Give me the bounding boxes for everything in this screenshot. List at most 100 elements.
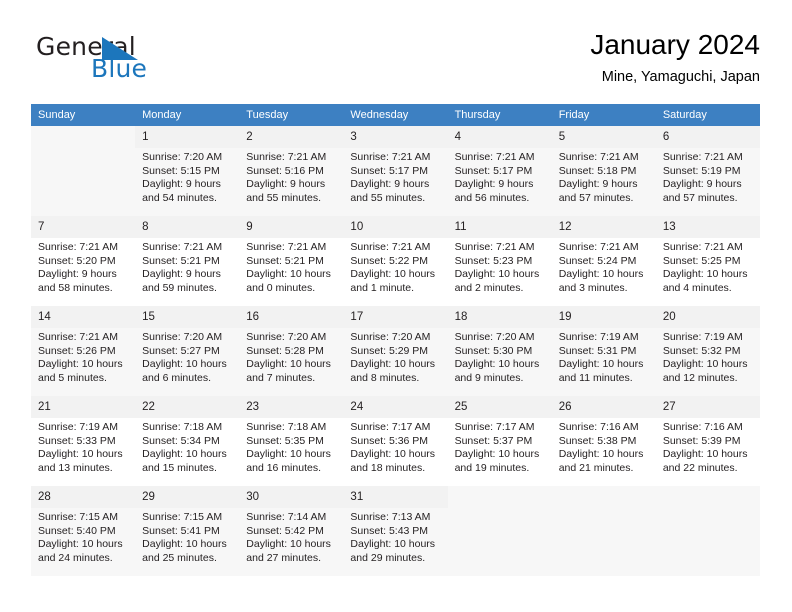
calendar-week-row: 1 Sunrise: 7:20 AM Sunset: 5:15 PM Daylight… — [31, 126, 760, 216]
day-number: 15 — [135, 306, 240, 328]
calendar-day-cell[interactable]: 1 Sunrise: 7:20 AM Sunset: 5:15 PM Daylight… — [135, 126, 240, 216]
calendar-day-cell[interactable]: 26 Sunrise: 7:16 AM Sunset: 5:38 PM Dayligh… — [551, 396, 656, 486]
day-sunset-text: Sunset: 5:29 PM — [350, 344, 429, 357]
day-daylight-text: Daylight: 10 hours — [246, 268, 331, 281]
day-daylight-text: Daylight: 10 hours — [142, 358, 227, 371]
calendar-body: 1 Sunrise: 7:20 AM Sunset: 5:15 PM Daylight… — [31, 126, 760, 576]
day-details: Sunrise: 7:19 AM Sunset: 5:33 PM Daylight:… — [31, 418, 135, 475]
day-daylight-cont-text: and 7 minutes. — [246, 371, 316, 384]
calendar-day-cell[interactable]: 13 Sunrise: 7:21 AM Sunset: 5:25 PM Dayligh… — [655, 216, 760, 306]
calendar-day-cell[interactable]: 14 Sunrise: 7:21 AM Sunset: 5:26 PM Dayligh… — [31, 306, 136, 396]
day-daylight-text: Daylight: 10 hours — [558, 358, 644, 371]
calendar-day-cell[interactable]: 10 Sunrise: 7:21 AM Sunset: 5:22 PM Dayligh… — [343, 216, 448, 306]
calendar-day-cell[interactable]: 21 Sunrise: 7:19 AM Sunset: 5:33 PM Dayligh… — [31, 396, 136, 486]
day-number: 16 — [239, 306, 344, 328]
day-sunset-text: Sunset: 5:36 PM — [350, 434, 429, 447]
day-daylight-cont-text: and 57 minutes. — [662, 191, 738, 204]
day-daylight-cont-text: and 13 minutes. — [38, 461, 113, 474]
day-daylight-text: Daylight: 10 hours — [350, 358, 436, 371]
day-daylight-cont-text: and 24 minutes. — [38, 551, 113, 564]
day-daylight-cont-text: and 8 minutes. — [350, 371, 420, 384]
calendar-day-cell[interactable]: 22 Sunrise: 7:18 AM Sunset: 5:34 PM Dayligh… — [135, 396, 240, 486]
day-sunset-text: Sunset: 5:30 PM — [454, 344, 533, 357]
day-daylight-text: Daylight: 10 hours — [246, 538, 331, 551]
calendar-week-row: 28 Sunrise: 7:15 AM Sunset: 5:40 PM Dayligh… — [31, 486, 760, 576]
day-sunrise-text: Sunrise: 7:21 AM — [350, 241, 431, 253]
day-sunrise-text: Sunrise: 7:15 AM — [38, 511, 118, 523]
day-cell-inner: 17 Sunrise: 7:20 AM Sunset: 5:29 PM Dayligh… — [343, 306, 448, 396]
calendar-day-cell[interactable]: 17 Sunrise: 7:20 AM Sunset: 5:29 PM Dayligh… — [343, 306, 448, 396]
day-daylight-cont-text: and 11 minutes. — [558, 371, 633, 384]
day-sunset-text: Sunset: 5:22 PM — [350, 254, 429, 267]
calendar-day-cell-empty — [656, 486, 760, 576]
day-sunrise-text: Sunrise: 7:20 AM — [142, 331, 223, 343]
day-daylight-cont-text: and 9 minutes. — [454, 371, 524, 384]
weekday-header-friday: Friday — [551, 104, 656, 126]
general-blue-logo[interactable]: General Blue — [36, 32, 246, 90]
calendar-day-cell[interactable]: 31 Sunrise: 7:13 AM Sunset: 5:43 PM Dayligh… — [343, 486, 448, 576]
calendar-day-cell[interactable]: 12 Sunrise: 7:21 AM Sunset: 5:24 PM Dayligh… — [551, 216, 656, 306]
calendar-day-cell[interactable]: 27 Sunrise: 7:16 AM Sunset: 5:39 PM Dayligh… — [655, 396, 760, 486]
weekday-header-monday: Monday — [135, 104, 240, 126]
day-number: 27 — [655, 396, 760, 418]
calendar-day-cell[interactable]: 5 Sunrise: 7:21 AM Sunset: 5:18 PM Daylight… — [551, 126, 656, 216]
calendar-day-cell[interactable]: 8 Sunrise: 7:21 AM Sunset: 5:21 PM Daylight… — [135, 216, 240, 306]
calendar-day-cell[interactable]: 4 Sunrise: 7:21 AM Sunset: 5:17 PM Daylight… — [447, 126, 552, 216]
day-daylight-cont-text: and 6 minutes. — [142, 371, 212, 384]
day-cell-inner: 5 Sunrise: 7:21 AM Sunset: 5:18 PM Daylight… — [551, 126, 656, 216]
day-sunset-text: Sunset: 5:28 PM — [246, 344, 324, 357]
day-details: Sunrise: 7:20 AM Sunset: 5:15 PM Daylight:… — [135, 148, 239, 205]
calendar-day-cell[interactable]: 3 Sunrise: 7:21 AM Sunset: 5:17 PM Daylight… — [343, 126, 448, 216]
day-daylight-text: Daylight: 9 hours — [662, 178, 742, 191]
calendar-day-cell[interactable]: 24 Sunrise: 7:17 AM Sunset: 5:36 PM Dayligh… — [343, 396, 448, 486]
logo-secondary-text: Blue — [91, 54, 148, 83]
calendar-day-cell[interactable]: 2 Sunrise: 7:21 AM Sunset: 5:16 PM Daylight… — [239, 126, 344, 216]
calendar-day-cell[interactable]: 25 Sunrise: 7:17 AM Sunset: 5:37 PM Dayligh… — [447, 396, 552, 486]
calendar-day-cell[interactable]: 15 Sunrise: 7:20 AM Sunset: 5:27 PM Dayligh… — [135, 306, 240, 396]
calendar-day-cell[interactable]: 20 Sunrise: 7:19 AM Sunset: 5:32 PM Dayligh… — [655, 306, 760, 396]
calendar-day-cell[interactable]: 29 Sunrise: 7:15 AM Sunset: 5:41 PM Dayligh… — [135, 486, 240, 576]
calendar-day-cell[interactable]: 16 Sunrise: 7:20 AM Sunset: 5:28 PM Dayligh… — [239, 306, 344, 396]
day-number: 21 — [31, 396, 136, 418]
day-cell-inner: 24 Sunrise: 7:17 AM Sunset: 5:36 PM Dayligh… — [343, 396, 448, 486]
weekday-header-wednesday: Wednesday — [343, 104, 448, 126]
calendar-day-cell[interactable]: 19 Sunrise: 7:19 AM Sunset: 5:31 PM Dayligh… — [551, 306, 656, 396]
day-sunset-text: Sunset: 5:42 PM — [246, 524, 324, 537]
day-sunrise-text: Sunrise: 7:19 AM — [662, 331, 743, 343]
day-sunset-text: Sunset: 5:31 PM — [558, 344, 637, 357]
calendar-day-cell[interactable]: 18 Sunrise: 7:20 AM Sunset: 5:30 PM Dayligh… — [447, 306, 552, 396]
day-daylight-text: Daylight: 10 hours — [454, 358, 540, 371]
calendar-day-cell[interactable]: 11 Sunrise: 7:21 AM Sunset: 5:23 PM Dayligh… — [447, 216, 552, 306]
day-details: Sunrise: 7:18 AM Sunset: 5:34 PM Daylight:… — [135, 418, 239, 475]
day-number: 23 — [239, 396, 344, 418]
day-number: 24 — [343, 396, 448, 418]
day-sunrise-text: Sunrise: 7:15 AM — [142, 511, 223, 523]
calendar-day-cell[interactable]: 6 Sunrise: 7:21 AM Sunset: 5:19 PM Daylight… — [655, 126, 760, 216]
day-daylight-cont-text: and 19 minutes. — [454, 461, 530, 474]
calendar-day-cell[interactable]: 9 Sunrise: 7:21 AM Sunset: 5:21 PM Daylight… — [239, 216, 344, 306]
day-cell-inner: 2 Sunrise: 7:21 AM Sunset: 5:16 PM Daylight… — [239, 126, 344, 216]
day-sunset-text: Sunset: 5:18 PM — [558, 164, 637, 177]
calendar-day-cell-empty — [552, 486, 656, 576]
day-cell-inner: 29 Sunrise: 7:15 AM Sunset: 5:41 PM Dayligh… — [135, 486, 240, 576]
day-sunrise-text: Sunrise: 7:20 AM — [350, 331, 431, 343]
day-daylight-text: Daylight: 10 hours — [662, 268, 748, 281]
day-daylight-cont-text: and 27 minutes. — [246, 551, 321, 564]
calendar-day-cell[interactable]: 28 Sunrise: 7:15 AM Sunset: 5:40 PM Dayligh… — [31, 486, 136, 576]
day-number: 7 — [31, 216, 136, 238]
calendar-day-cell[interactable]: 23 Sunrise: 7:18 AM Sunset: 5:35 PM Dayligh… — [239, 396, 344, 486]
day-details: Sunrise: 7:21 AM Sunset: 5:21 PM Daylight:… — [135, 238, 239, 295]
day-sunset-text: Sunset: 5:26 PM — [38, 344, 116, 357]
day-cell-inner: 30 Sunrise: 7:14 AM Sunset: 5:42 PM Dayligh… — [239, 486, 344, 576]
calendar-day-cell[interactable]: 30 Sunrise: 7:14 AM Sunset: 5:42 PM Dayligh… — [239, 486, 344, 576]
day-number: 26 — [551, 396, 656, 418]
day-cell-inner: 8 Sunrise: 7:21 AM Sunset: 5:21 PM Daylight… — [135, 216, 240, 306]
calendar-day-cell[interactable]: 7 Sunrise: 7:21 AM Sunset: 5:20 PM Daylight… — [31, 216, 136, 306]
day-sunset-text: Sunset: 5:35 PM — [246, 434, 324, 447]
day-details: Sunrise: 7:21 AM Sunset: 5:17 PM Daylight:… — [343, 148, 447, 205]
day-daylight-text: Daylight: 9 hours — [454, 178, 534, 191]
day-cell-inner: 7 Sunrise: 7:21 AM Sunset: 5:20 PM Daylight… — [31, 216, 136, 306]
day-sunset-text: Sunset: 5:39 PM — [662, 434, 741, 447]
calendar-day-cell-empty — [448, 486, 552, 576]
day-details: Sunrise: 7:17 AM Sunset: 5:37 PM Daylight:… — [448, 418, 552, 475]
